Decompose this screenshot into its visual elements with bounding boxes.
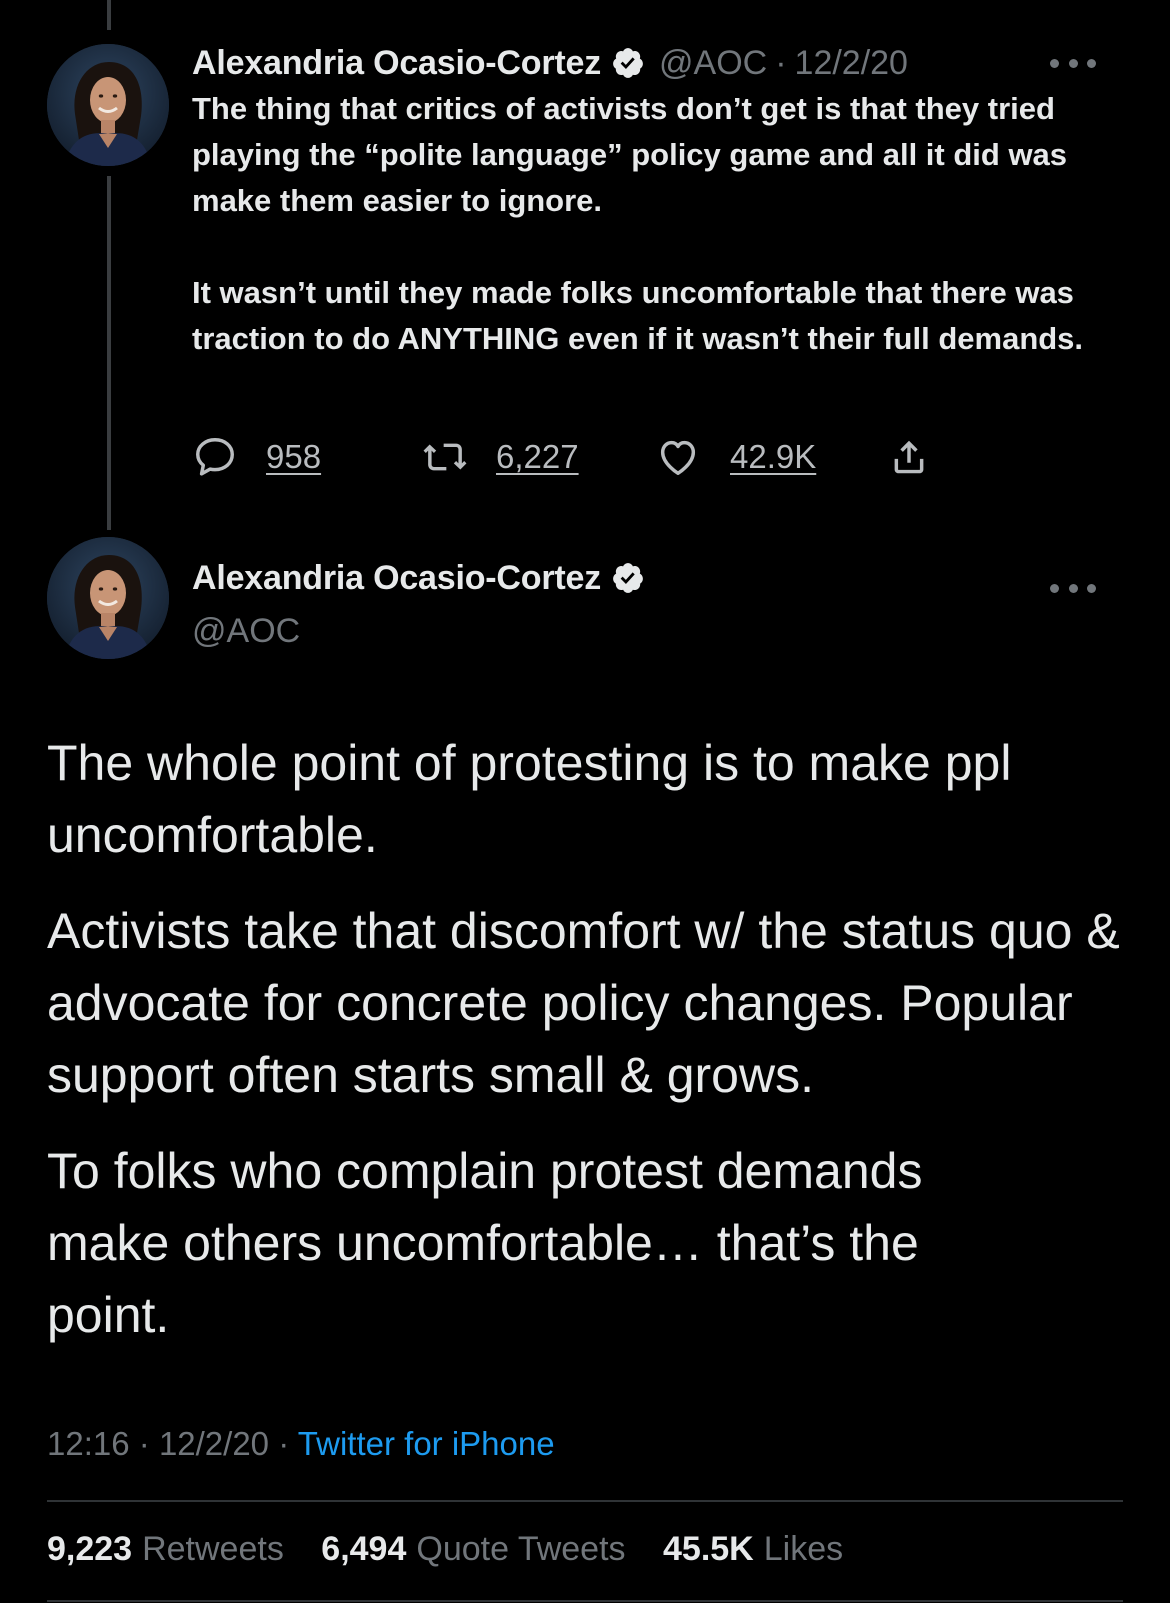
retweets-count: 9,223 <box>47 1530 133 1568</box>
divider <box>47 1600 1123 1602</box>
meta-separator: · <box>138 1425 150 1462</box>
thread-connector <box>107 176 111 530</box>
retweet-icon <box>423 443 467 471</box>
share-button[interactable] <box>886 432 932 482</box>
parent-date[interactable]: 12/2/20 <box>795 44 908 83</box>
main-tweet-text: The whole point of protesting is to make… <box>47 727 1147 1351</box>
verified-badge-icon <box>611 46 645 80</box>
tweet-date[interactable]: 12/2/20 <box>159 1425 269 1462</box>
likes-count: 45.5K <box>663 1530 754 1568</box>
like-icon <box>660 440 696 476</box>
main-tweet-header: Alexandria Ocasio-Cortez <box>192 556 645 600</box>
engagement-stats: 9,223 Retweets 6,494 Quote Tweets 45.5K Lik… <box>47 1530 871 1569</box>
tweet-source-link[interactable]: Twitter for iPhone <box>298 1425 555 1462</box>
main-paragraph: To folks who complain protest demands ma… <box>47 1143 923 1343</box>
reply-button[interactable]: 958 <box>192 432 321 482</box>
parent-paragraph: It wasn’t until they made folks uncomfor… <box>192 275 1084 356</box>
quotes-count: 6,494 <box>321 1530 407 1568</box>
parent-paragraph: The thing that critics of activists don’… <box>192 91 1068 218</box>
main-paragraph: The whole point of protesting is to make… <box>47 735 1012 863</box>
like-button[interactable]: 42.9K <box>654 432 816 482</box>
header-separator: · <box>775 43 787 82</box>
parent-tweet-text: The thing that critics of activists don’… <box>192 86 1122 362</box>
tweet-metadata: 12:16 · 12/2/20 · Twitter for iPhone <box>47 1425 555 1463</box>
more-options-icon[interactable] <box>1050 57 1096 69</box>
parent-tweet-header: Alexandria Ocasio-Cortez @AOC · 12/2/20 <box>192 41 908 85</box>
retweet-count[interactable]: 6,227 <box>496 438 579 476</box>
main-handle[interactable]: @AOC <box>192 612 300 651</box>
quotes-stat[interactable]: 6,494 Quote Tweets <box>321 1530 663 1568</box>
retweets-label: Retweets <box>142 1530 284 1568</box>
quotes-label: Quote Tweets <box>416 1530 626 1568</box>
parent-handle[interactable]: @AOC <box>659 44 767 83</box>
main-tweet-avatar[interactable] <box>47 537 169 659</box>
retweet-button[interactable]: 6,227 <box>420 432 579 482</box>
meta-separator: · <box>278 1425 290 1462</box>
more-options-icon[interactable] <box>1050 582 1096 594</box>
divider <box>47 1500 1123 1502</box>
share-icon <box>894 440 924 474</box>
thread-connector-top <box>107 0 111 30</box>
likes-label: Likes <box>763 1530 844 1568</box>
parent-display-name[interactable]: Alexandria Ocasio-Cortez <box>192 44 601 83</box>
like-count[interactable]: 42.9K <box>730 438 816 476</box>
parent-tweet-avatar[interactable] <box>47 44 169 166</box>
likes-stat[interactable]: 45.5K Likes <box>663 1530 871 1568</box>
tweet-time[interactable]: 12:16 <box>47 1425 130 1462</box>
verified-badge-icon <box>611 561 645 595</box>
reply-icon <box>196 438 234 476</box>
retweets-stat[interactable]: 9,223 Retweets <box>47 1530 321 1568</box>
parent-action-bar: 958 6,227 42.9K <box>192 432 952 482</box>
main-display-name[interactable]: Alexandria Ocasio-Cortez <box>192 559 601 598</box>
reply-count[interactable]: 958 <box>266 438 321 476</box>
main-paragraph: Activists take that discomfort w/ the st… <box>47 903 1120 1103</box>
